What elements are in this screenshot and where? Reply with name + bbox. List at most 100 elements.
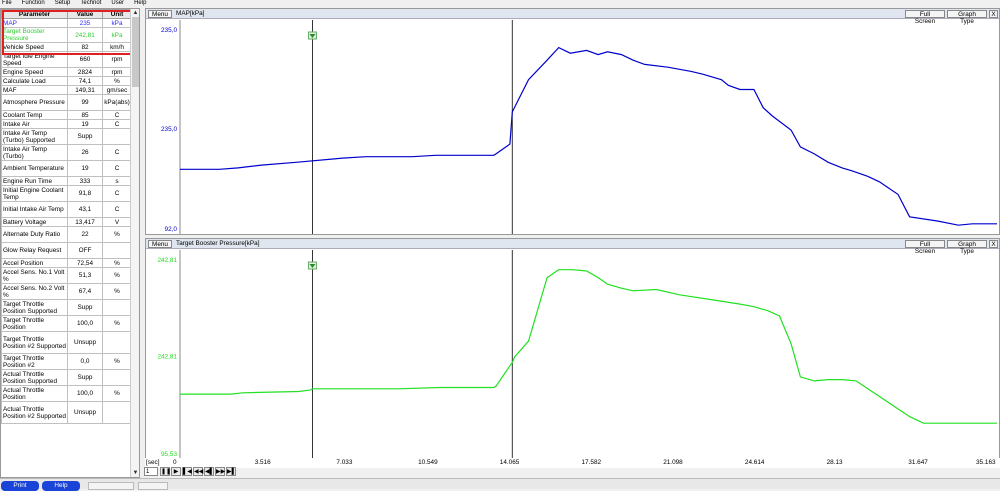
map-graph-menu-button[interactable]: Menu: [148, 9, 172, 18]
time-tick-label: 35.163: [976, 459, 996, 466]
param-unit: [102, 369, 132, 386]
param-row[interactable]: Calculate Load 74,1%: [1, 76, 132, 86]
scroll-thumb[interactable]: [132, 17, 139, 87]
end-icon[interactable]: ▶▌: [226, 467, 236, 476]
param-header-value[interactable]: Value: [67, 9, 103, 19]
param-row[interactable]: Ambient Temperature 19 C: [1, 160, 132, 177]
time-tick-label: 3.516: [254, 459, 271, 466]
menu-function[interactable]: Function: [22, 0, 45, 8]
scroll-up-icon[interactable]: ▲: [131, 9, 139, 17]
boost-graph-menu-button[interactable]: Menu: [148, 239, 172, 248]
print-button[interactable]: Print: [1, 481, 39, 491]
param-name: Initial Engine Coolant Temp: [1, 185, 68, 202]
param-value: 19: [67, 119, 103, 129]
param-value: Supp: [67, 369, 103, 386]
param-row[interactable]: Initial Engine Coolant Temp 91,8 C: [1, 185, 132, 202]
param-row[interactable]: Engine Run Time 333 s: [1, 176, 132, 186]
map-series-line: [180, 46, 997, 226]
menu-help[interactable]: Help: [134, 0, 146, 8]
map-chart[interactable]: 235,0 235,0 92,0: [146, 20, 999, 234]
scroll-down-icon[interactable]: ▼: [131, 469, 139, 477]
param-value: 660: [67, 51, 103, 68]
map-graph-panel: Menu MAP[kPa] Full Screen Graph Type X 2…: [145, 8, 1000, 235]
param-unit: C: [102, 160, 132, 177]
param-row[interactable]: Coolant Temp 85 C: [1, 110, 132, 120]
param-row[interactable]: Target Booster Pressure 242,81 kPa: [1, 27, 132, 43]
param-value: Supp: [67, 128, 103, 145]
param-value: 0,0: [67, 353, 103, 370]
boost-graph-title: Target Booster Pressure[kPa]: [176, 240, 260, 247]
param-row[interactable]: Target Throttle Position 100,0%: [1, 315, 132, 332]
menu-setup[interactable]: Setup: [55, 0, 71, 8]
param-row[interactable]: Accel Sens. No.2 Volt % 67,4%: [1, 283, 132, 300]
param-scrollbar[interactable]: ▲ ▼: [130, 9, 139, 477]
playback-controls: ❚❚ ▶ ▌◀ ◀◀ ◀▌ ▶▶ ▶▌: [160, 467, 236, 476]
menu-technot[interactable]: Technot: [80, 0, 101, 8]
boost-close-icon[interactable]: X: [989, 239, 998, 248]
map-fullscreen-button[interactable]: Full Screen: [905, 9, 945, 25]
boost-graph-header: Menu Target Booster Pressure[kPa] Full S…: [146, 239, 999, 255]
fast-forward-icon[interactable]: ▶▶: [215, 467, 225, 476]
param-name: Accel Sens. No.2 Volt %: [1, 283, 68, 300]
param-row[interactable]: Initial Intake Air Temp 43,1 C: [1, 201, 132, 218]
param-unit: [102, 331, 132, 354]
param-value: 2824: [67, 67, 103, 77]
param-row[interactable]: Target Throttle Position #2 Supported Uns…: [1, 331, 132, 354]
param-value: 51,3: [67, 267, 103, 284]
param-unit: [102, 299, 132, 316]
param-name: Target Throttle Position: [1, 315, 68, 332]
param-name: MAF: [1, 85, 68, 95]
param-row[interactable]: Alternate Duty Ratio 22%: [1, 226, 132, 243]
param-row[interactable]: Intake Air Temp (Turbo) Supported Supp: [1, 128, 132, 145]
menu-file[interactable]: File: [2, 0, 12, 8]
rewind-icon[interactable]: ◀◀: [193, 467, 203, 476]
param-row[interactable]: MAP 235 kPa: [1, 18, 132, 28]
param-row[interactable]: Atmosphere Pressure 99 kPa(abs): [1, 94, 132, 111]
param-row[interactable]: Glow Relay Request OFF: [1, 242, 132, 259]
param-unit: [102, 401, 132, 424]
param-name: Calculate Load: [1, 76, 68, 86]
play-icon[interactable]: ▶: [171, 467, 181, 476]
param-header-name[interactable]: Parameter: [1, 9, 68, 19]
param-value: 235: [67, 18, 103, 28]
param-row[interactable]: Actual Throttle Position 100,0%: [1, 385, 132, 402]
param-row[interactable]: Intake Air Temp (Turbo) 26 C: [1, 144, 132, 161]
playback-speed-input[interactable]: 1: [144, 467, 158, 476]
boost-chart[interactable]: 242,81 242,81 95,53: [146, 250, 999, 459]
param-row[interactable]: Actual Throttle Position Supported Supp: [1, 369, 132, 386]
step-back-icon[interactable]: ▌◀: [182, 467, 192, 476]
param-unit: km/h: [102, 42, 132, 52]
param-row[interactable]: Target Idle Engine Speed 660 rpm: [1, 51, 132, 68]
menu-user[interactable]: User: [111, 0, 124, 8]
param-unit: %: [102, 226, 132, 243]
y-tick-label: 92,0: [165, 226, 178, 233]
param-unit: %: [102, 283, 132, 300]
pause-icon[interactable]: ❚❚: [160, 467, 171, 476]
param-row[interactable]: Battery Voltage 13,417 V: [1, 217, 132, 227]
map-graph-header: Menu MAP[kPa] Full Screen Graph Type X: [146, 9, 999, 25]
map-graph-type-button[interactable]: Graph Type: [947, 9, 987, 25]
help-button[interactable]: Help: [42, 481, 80, 491]
time-tick-label: 21.098: [663, 459, 683, 466]
boost-fullscreen-button[interactable]: Full Screen: [905, 239, 945, 255]
param-row[interactable]: Accel Sens. No.1 Volt % 51,3%: [1, 267, 132, 284]
param-row[interactable]: Intake Air 19 C: [1, 119, 132, 129]
y-tick-label: 235,0: [161, 27, 177, 34]
param-name: Engine Speed: [1, 67, 68, 77]
map-close-icon[interactable]: X: [989, 9, 998, 18]
param-header-unit[interactable]: Unit: [102, 9, 132, 19]
play-back-icon[interactable]: ◀▌: [204, 467, 214, 476]
param-value: 242,81: [67, 27, 103, 43]
time-tick-label: 0: [173, 459, 177, 466]
param-unit: %: [102, 76, 132, 86]
param-row[interactable]: Target Throttle Position Supported Supp: [1, 299, 132, 316]
param-row[interactable]: MAF 149,31 gm/sec: [1, 85, 132, 95]
param-row[interactable]: Actual Throttle Position #2 Supported Uns…: [1, 401, 132, 424]
param-row[interactable]: Accel Position 72,54%: [1, 258, 132, 268]
param-row[interactable]: Engine Speed 2824 rpm: [1, 67, 132, 77]
param-row[interactable]: Target Throttle Position #2 0,0%: [1, 353, 132, 370]
param-name: Target Idle Engine Speed: [1, 51, 68, 68]
param-row[interactable]: Vehicle Speed 82 km/h: [1, 42, 132, 52]
param-unit: V: [102, 217, 132, 227]
boost-graph-type-button[interactable]: Graph Type: [947, 239, 987, 255]
